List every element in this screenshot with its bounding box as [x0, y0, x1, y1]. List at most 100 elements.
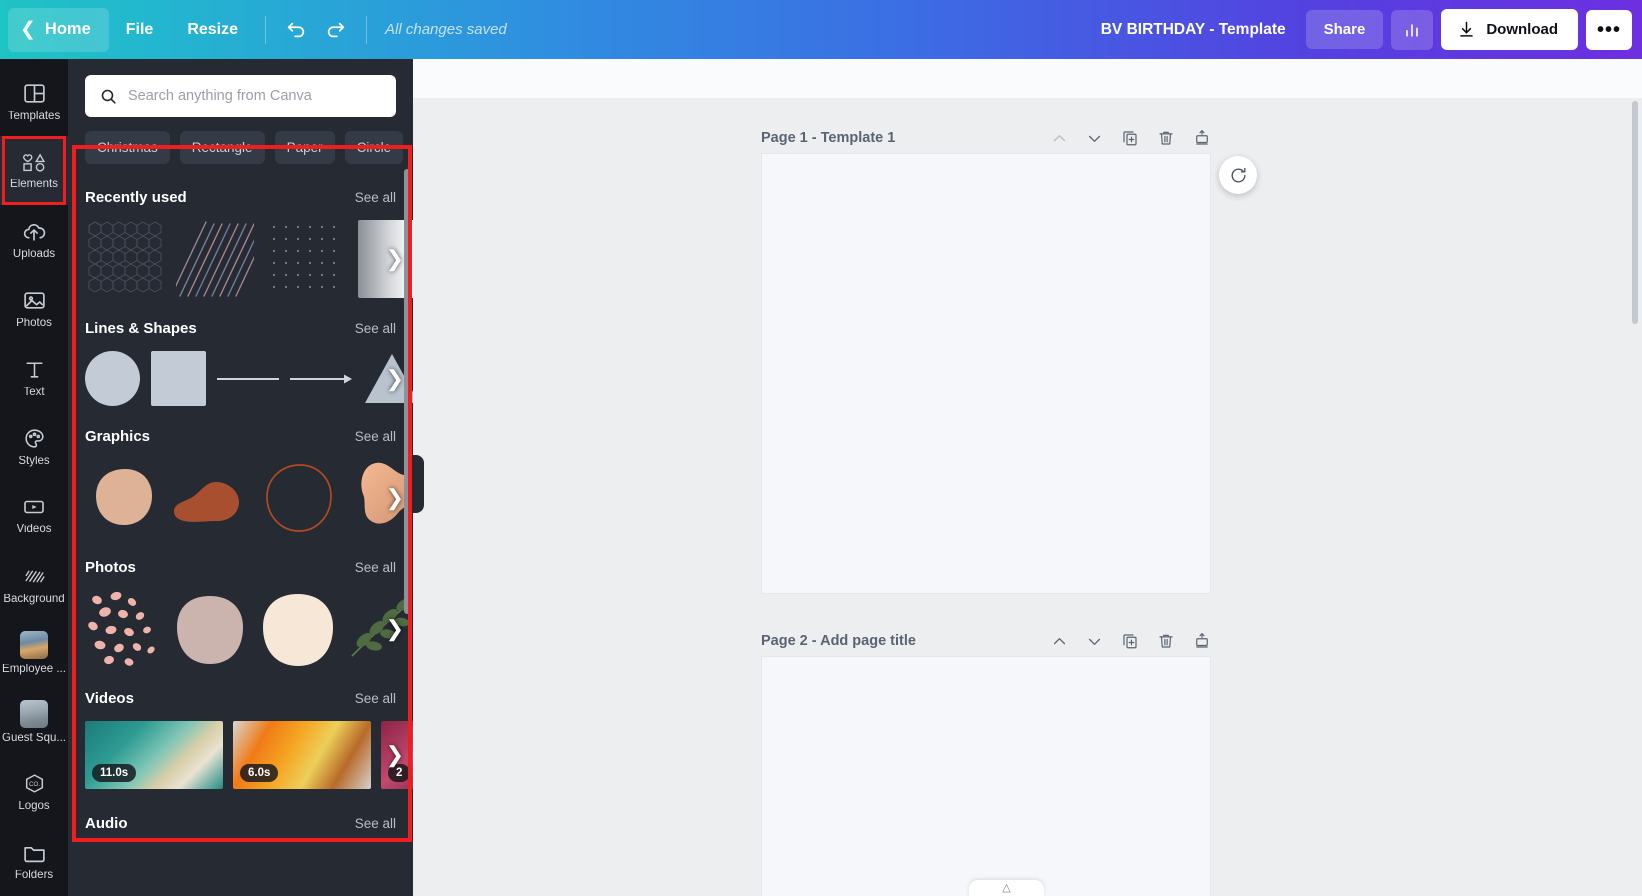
sidebar-item-uploads[interactable]: Uploads	[0, 205, 68, 274]
sidebar-item-folders[interactable]: Folders	[0, 826, 68, 895]
video-aerial-coastline[interactable]: 11.0s	[85, 721, 223, 789]
folder-icon	[23, 846, 45, 862]
see-all-link[interactable]: See all	[355, 816, 396, 831]
move-page-up-button[interactable]	[1051, 633, 1068, 650]
insights-button[interactable]	[1391, 9, 1434, 50]
tile-diagonal-lines-pattern[interactable]	[176, 220, 254, 298]
pill-rectangle[interactable]: Rectangle	[179, 131, 265, 164]
see-all-link[interactable]: See all	[355, 691, 396, 706]
sidebar-item-photos[interactable]: Photos	[0, 274, 68, 343]
add-page-button[interactable]	[1193, 129, 1211, 147]
page-header: Page 2 - Add page title	[761, 626, 1211, 656]
page-header: Page 1 - Template 1	[761, 123, 1211, 153]
delete-page-button[interactable]	[1157, 632, 1175, 650]
bar-chart-icon	[1406, 23, 1419, 37]
document-title[interactable]: BV BIRTHDAY - Template	[1101, 21, 1286, 39]
page-canvas-2[interactable]	[761, 656, 1211, 896]
sidebar-item-elements[interactable]: Elements	[0, 136, 68, 205]
canvas-scrollbar[interactable]	[1632, 101, 1638, 324]
move-page-down-button[interactable]	[1086, 130, 1103, 147]
see-all-link[interactable]: See all	[355, 321, 396, 336]
sidebar-item-background[interactable]: Background	[0, 550, 68, 619]
home-button[interactable]: ❮ Home	[8, 7, 109, 52]
tile-arrow-shape[interactable]	[290, 351, 352, 406]
page-actions	[1051, 129, 1211, 147]
panel-collapse-handle[interactable]	[410, 455, 424, 513]
scroll-right-icon[interactable]: ❯	[386, 742, 404, 768]
dot-grid-pattern	[272, 225, 336, 289]
tile-pink-petals-photo[interactable]	[85, 590, 163, 668]
orange-outline-circle	[266, 464, 332, 532]
scroll-right-icon[interactable]: ❯	[386, 616, 404, 642]
tile-dot-grid-pattern[interactable]	[267, 220, 345, 298]
tile-hexagon-pattern[interactable]	[85, 220, 163, 298]
sidebar-item-label: Elements	[10, 179, 58, 191]
duplicate-page-icon	[1123, 634, 1137, 649]
sidebar-item-logos[interactable]: CO. Logos	[0, 757, 68, 826]
sidebar-item-employee-folder[interactable]: Employee ...	[0, 619, 68, 688]
sidebar-item-text[interactable]: Text	[0, 343, 68, 412]
search-box[interactable]	[85, 75, 396, 117]
download-label: Download	[1486, 21, 1558, 38]
tile-tan-blob[interactable]	[85, 459, 163, 537]
tile-brown-blob[interactable]	[172, 459, 250, 537]
templates-icon	[23, 84, 45, 103]
page-title[interactable]: Page 1 - Template 1	[761, 130, 895, 146]
video-fire-flames[interactable]: 6.0s	[233, 721, 371, 789]
resize-menu[interactable]: Resize	[170, 11, 255, 49]
pill-christmas[interactable]: Christmas	[85, 131, 170, 164]
pill-paper[interactable]: Paper	[274, 131, 335, 164]
scroll-right-icon[interactable]: ❯	[386, 485, 404, 511]
sidebar-item-guest-folder[interactable]: Guest Squ...	[0, 688, 68, 757]
undo-button[interactable]	[276, 10, 316, 50]
tile-cream-blob-photo[interactable]	[259, 590, 337, 668]
video-duration: 6.0s	[240, 764, 279, 782]
move-page-down-button[interactable]	[1086, 633, 1103, 650]
sidebar-item-styles[interactable]: Styles	[0, 412, 68, 481]
section-recently-used: Recently used See all ❯	[68, 189, 413, 298]
delete-page-button[interactable]	[1157, 129, 1175, 147]
add-page-icon	[1196, 130, 1208, 145]
search-input[interactable]	[128, 88, 382, 104]
duplicate-page-button[interactable]	[1121, 632, 1139, 650]
beige-blob-photo	[177, 596, 243, 664]
page-title[interactable]: Page 2 - Add page title	[761, 633, 916, 649]
file-menu[interactable]: File	[109, 11, 171, 49]
tile-orange-outline-circle[interactable]	[259, 459, 337, 537]
duplicate-page-button[interactable]	[1121, 129, 1139, 147]
tile-row: ❯	[85, 351, 413, 406]
scroll-right-icon[interactable]: ❯	[386, 246, 404, 272]
tile-square-shape[interactable]	[151, 351, 206, 406]
see-all-link[interactable]: See all	[355, 560, 396, 575]
panel-scroll-area[interactable]: Recently used See all ❯ Lines & Shapes S…	[68, 167, 413, 896]
more-options-button[interactable]: •••	[1586, 9, 1632, 50]
category-pills: Christmas Rectangle Paper Circle ❯	[68, 117, 413, 164]
pill-circle[interactable]: Circle	[344, 131, 404, 164]
circle-shape	[85, 351, 140, 406]
download-arrow-icon	[1460, 21, 1474, 37]
see-all-link[interactable]: See all	[355, 190, 396, 205]
download-button[interactable]: Download	[1441, 9, 1578, 50]
redo-button[interactable]	[316, 10, 356, 50]
sidebar-item-templates[interactable]: Templates	[0, 67, 68, 136]
share-button[interactable]: Share	[1305, 10, 1384, 49]
scroll-right-icon[interactable]: ❯	[386, 366, 404, 392]
bottom-panel-handle[interactable]: △	[969, 880, 1044, 896]
section-title: Graphics	[85, 428, 151, 445]
sidebar-item-videos[interactable]: Videos	[0, 481, 68, 550]
sidebar-item-label: Videos	[16, 524, 52, 536]
panel-scrollbar[interactable]	[404, 169, 410, 614]
tile-circle-shape[interactable]	[85, 351, 140, 406]
tile-beige-blob-photo[interactable]	[172, 590, 250, 668]
section-graphics: Graphics See all ❯	[68, 428, 413, 537]
animate-page-button[interactable]	[1219, 156, 1257, 194]
tile-line-shape[interactable]	[217, 351, 279, 406]
add-page-button[interactable]	[1193, 632, 1211, 650]
pink-petals-photo	[88, 591, 155, 666]
move-page-up-button[interactable]	[1051, 130, 1068, 147]
see-all-link[interactable]: See all	[355, 429, 396, 444]
elements-panel: Christmas Rectangle Paper Circle ❯ Recen…	[68, 59, 413, 896]
sidebar-item-label: Text	[23, 386, 45, 398]
page-canvas-1[interactable]	[761, 153, 1211, 594]
video-duration: 11.0s	[92, 764, 137, 782]
